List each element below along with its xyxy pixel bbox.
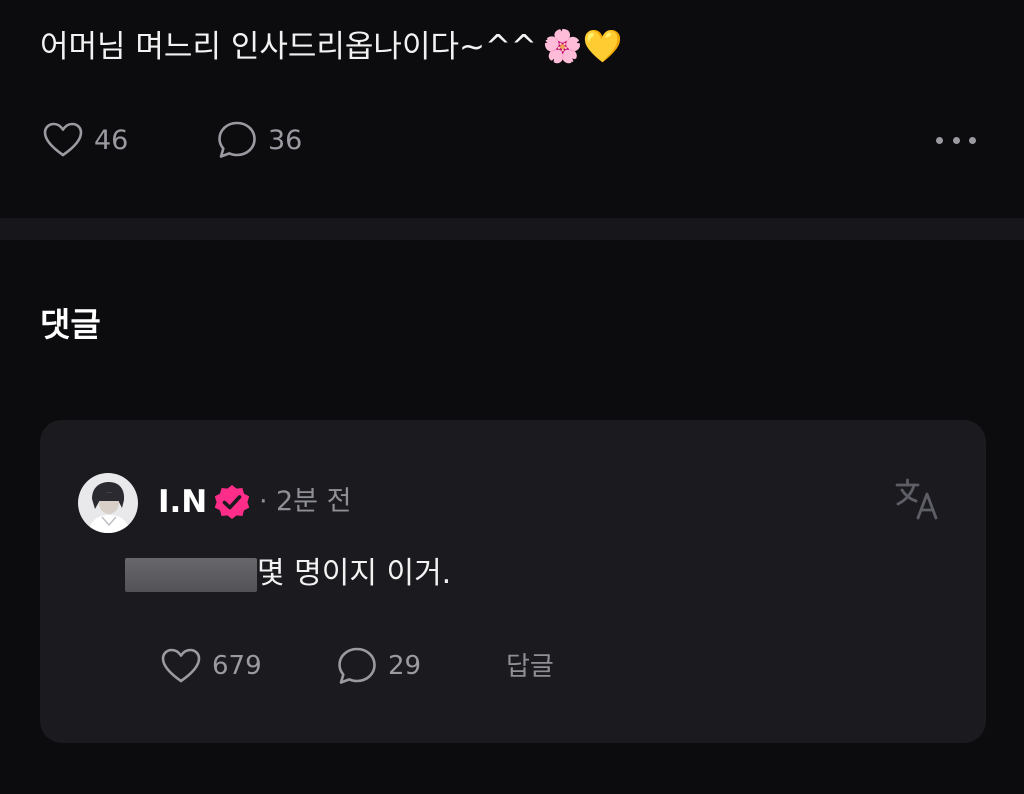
post-like-button[interactable]: 46 (42, 112, 128, 168)
verified-badge-icon (214, 485, 250, 519)
comment-action-bar: 679 29 (160, 638, 660, 694)
comment-body-text: 몇 명이지 이거. (257, 556, 452, 591)
post-comment-button[interactable]: 36 (216, 112, 302, 168)
post-action-bar: 46 36 (40, 112, 984, 168)
reply-button[interactable]: 답글 (506, 647, 554, 687)
meta-separator: · (259, 486, 268, 517)
post-like-count: 46 (94, 124, 129, 156)
section-divider (0, 218, 1024, 240)
more-dot-icon (969, 136, 976, 144)
comment-bubble-icon (218, 121, 256, 158)
post-detail-screen: 어머님 며느리 인사드리옵나이다~^^ 🌸💛 46 36 댓글 I.N · 2분… (0, 0, 1024, 794)
post-body-text: 어머님 며느리 인사드리옵나이다~^^ (40, 29, 537, 65)
comment-card: I.N · 2분 전 몇 명이지 이거. 679 29 답글 (40, 420, 986, 743)
heart-icon (161, 648, 201, 683)
post-text: 어머님 며느리 인사드리옵나이다~^^ 🌸💛 (40, 20, 623, 73)
translate-button[interactable] (894, 476, 940, 522)
avatar[interactable] (78, 473, 138, 533)
comment-like-count: 679 (212, 651, 262, 681)
post-emojis: 🌸💛 (542, 27, 623, 65)
comment-author-name[interactable]: I.N (158, 482, 207, 522)
comments-heading: 댓글 (40, 305, 101, 344)
translate-icon (895, 478, 938, 520)
comment-reply-count: 29 (388, 651, 422, 681)
heart-icon (43, 122, 83, 157)
more-dot-icon (952, 136, 960, 144)
comment-timestamp: 2분 전 (276, 486, 352, 517)
post-comment-count: 36 (268, 124, 303, 156)
more-dot-icon (936, 136, 943, 144)
comment-bubble-icon (338, 647, 376, 684)
more-options-button[interactable] (936, 126, 976, 154)
avatar-photo (78, 473, 138, 533)
comment-like-button[interactable]: 679 (160, 638, 262, 694)
comment-reply-count-button[interactable]: 29 (336, 638, 421, 694)
redacted-text-block (125, 558, 257, 592)
